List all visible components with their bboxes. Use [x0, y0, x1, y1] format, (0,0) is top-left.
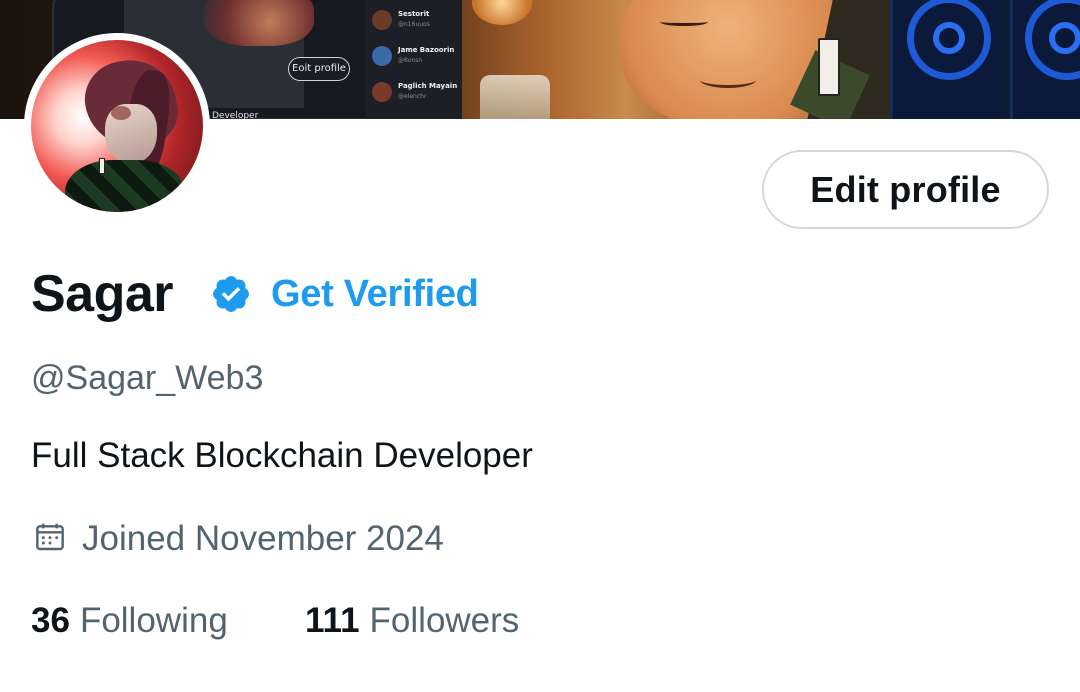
banner-suggestion-handle: @8onsn	[398, 57, 423, 64]
banner-speaker-core	[933, 22, 965, 54]
banner-suggestion-avatar	[372, 10, 392, 30]
banner-lamp	[472, 0, 532, 25]
banner-suggestion-row: Jame Bazoorin @8onsn	[372, 44, 462, 70]
banner-edit-profile-graphic: Eoit profile	[288, 57, 350, 81]
banner-suggestion-avatar	[372, 46, 392, 66]
edit-profile-button[interactable]: Edit profile	[762, 150, 1049, 229]
avatar-haori	[65, 160, 185, 212]
banner-suggestion-handle: @n16uuos	[398, 21, 430, 28]
avatar-image	[31, 40, 203, 212]
banner-suggestion-list: Sestorit @n16uuos Jame Bazoorin @8onsn P…	[366, 0, 462, 119]
following-label: Following	[79, 601, 228, 640]
following-count: 36	[31, 601, 70, 640]
banner-suggestion-name: Jame Bazoorin	[398, 46, 455, 54]
verified-badge-icon[interactable]	[210, 273, 252, 315]
banner-suggestion-handle: @elenchr	[398, 93, 427, 100]
banner-character-earring	[818, 38, 840, 96]
following-link[interactable]: 36 Following	[31, 600, 228, 642]
banner-suggestion-row: Paglich Mayain @elenchr	[372, 80, 462, 106]
banner-suggestion-name: Paglich Mayain	[398, 82, 458, 90]
banner-character-eye	[660, 18, 708, 26]
banner-character-mouth	[700, 72, 756, 88]
followers-count: 111	[305, 601, 360, 640]
banner-suggestion-name: Sestorit	[398, 10, 430, 18]
profile-avatar[interactable]	[24, 33, 210, 219]
followers-link[interactable]: 111 Followers	[305, 600, 519, 642]
banner-developer-text: Developer	[212, 111, 259, 119]
profile-display-name: Sagar	[31, 265, 174, 323]
banner-phone-avatar-art	[204, 0, 314, 46]
banner-suggestion-avatar	[372, 82, 392, 102]
banner-speaker	[890, 0, 1000, 119]
calendar-icon	[36, 523, 64, 551]
followers-label: Followers	[369, 601, 520, 640]
banner-glass	[480, 75, 550, 119]
profile-bio: Full Stack Blockchain Developer	[31, 436, 533, 475]
banner-suggestion-row: Sestorit @n16uuos	[372, 8, 462, 34]
banner-speaker-core	[1049, 22, 1080, 54]
profile-handle: @Sagar_Web3	[31, 359, 264, 397]
get-verified-link[interactable]: Get Verified	[271, 271, 479, 317]
avatar-earring	[99, 158, 105, 174]
banner-speaker	[1010, 0, 1080, 119]
joined-date: Joined November 2024	[82, 519, 444, 558]
avatar-mark	[111, 106, 131, 120]
